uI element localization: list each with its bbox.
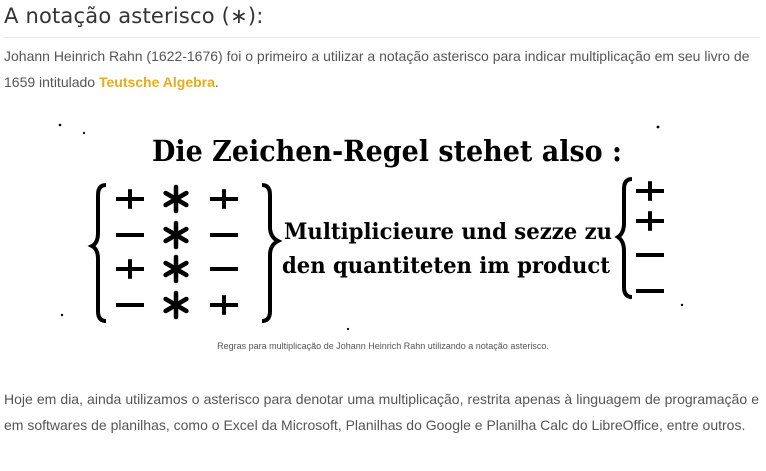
rahn-rules-illustration: Die Zeichen-Regel stehet also : Multipli… bbox=[58, 123, 684, 331]
asterisk-mark bbox=[163, 290, 189, 320]
outro-paragraph: Hoje em dia, ainda utilizamos o asterisc… bbox=[4, 391, 759, 433]
section-heading: A notação asterisco (∗): bbox=[4, 4, 264, 28]
intro-paragraph: Johann Heinrich Rahn (1622-1676) foi o p… bbox=[4, 43, 760, 95]
intro-text-end: . bbox=[214, 74, 219, 90]
result-sign-mark bbox=[636, 181, 664, 201]
speck bbox=[60, 313, 64, 317]
heading-divider bbox=[4, 37, 760, 38]
figure-text-line-2: den quantiteten im product bbox=[282, 253, 611, 279]
speck bbox=[346, 327, 350, 331]
speck bbox=[656, 125, 660, 129]
left-brace bbox=[87, 183, 107, 323]
asterisk-mark bbox=[163, 184, 189, 214]
rahn-rules-image: Die Zeichen-Regel stehet also : Multipli… bbox=[48, 115, 696, 335]
teutsche-algebra-link[interactable]: Teutsche Algebra bbox=[99, 74, 215, 90]
middle-brace bbox=[261, 183, 283, 323]
right-sign-mark bbox=[210, 189, 238, 209]
left-sign-mark bbox=[116, 189, 144, 209]
speck bbox=[680, 303, 684, 307]
right-brace bbox=[614, 177, 633, 299]
asterisk-mark bbox=[163, 220, 189, 250]
right-sign-mark bbox=[210, 295, 238, 315]
sign-table bbox=[116, 184, 238, 320]
result-sign-mark bbox=[636, 211, 664, 231]
figure-text-line-1: Multiplicieure und sezze zu bbox=[284, 219, 612, 245]
figure-caption: Regras para multiplicação de Johann Hein… bbox=[217, 341, 549, 351]
speck bbox=[82, 131, 86, 135]
speck bbox=[58, 123, 62, 127]
figure-title: Die Zeichen-Regel stehet also : bbox=[152, 134, 622, 168]
left-sign-mark bbox=[116, 259, 144, 279]
asterisk-mark bbox=[163, 254, 189, 284]
result-column bbox=[636, 181, 664, 293]
